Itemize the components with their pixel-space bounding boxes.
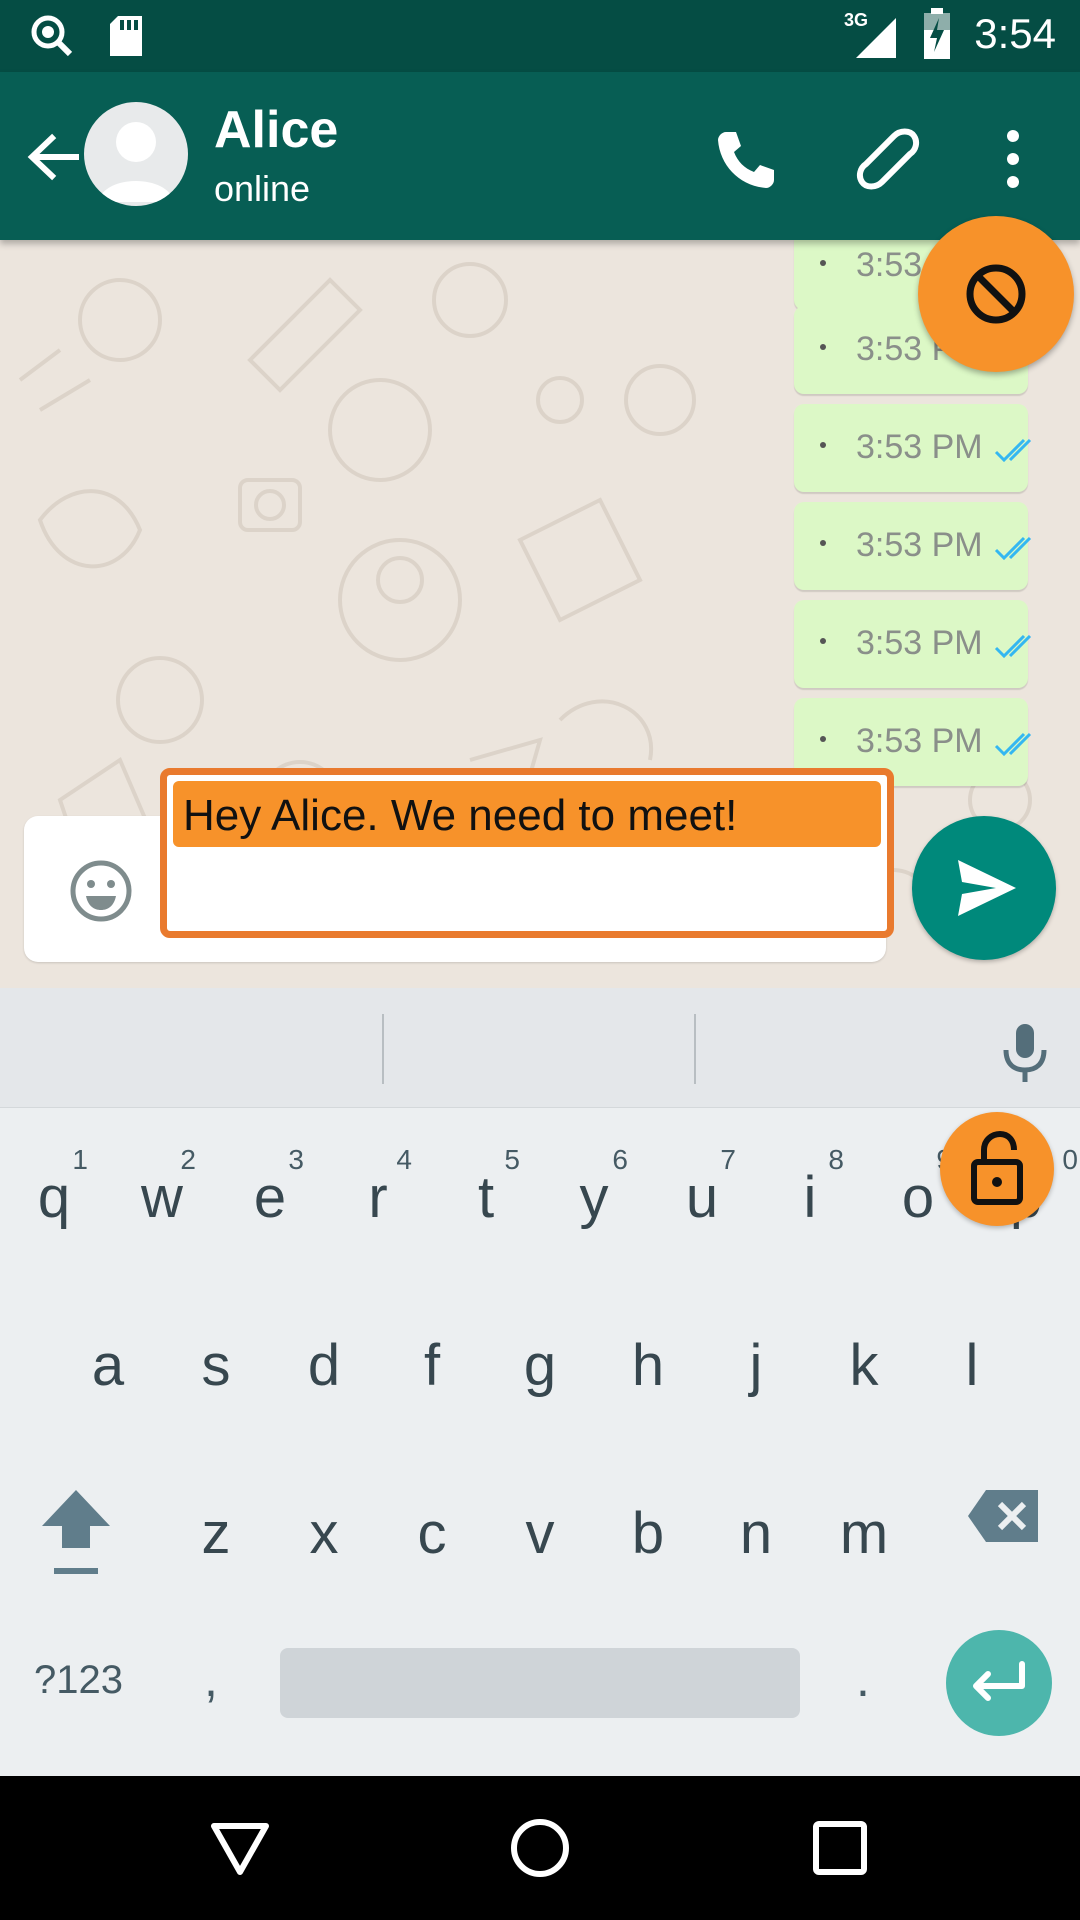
status-time: 3:54 (974, 10, 1056, 57)
status-bar: 3G 3:54 (0, 0, 1080, 72)
message-bubble[interactable]: 3:53 PM (794, 502, 1032, 590)
key-y[interactable]: 6y (540, 1108, 648, 1268)
space-bar[interactable] (280, 1648, 800, 1718)
message-text (820, 344, 826, 350)
sd-card-icon (110, 16, 142, 56)
suggestion-divider (694, 1014, 696, 1084)
key-v[interactable]: v (486, 1444, 594, 1604)
navigation-bar (0, 1776, 1080, 1920)
recents-nav-icon[interactable] (808, 1816, 872, 1880)
home-nav-icon[interactable] (508, 1816, 572, 1880)
key-m[interactable]: m (810, 1444, 918, 1604)
key-x[interactable]: x (270, 1444, 378, 1604)
status-left-icons (30, 14, 144, 58)
chat-header: Alice online (0, 72, 1080, 240)
search-notification-icon (31, 15, 73, 57)
back-nav-icon[interactable] (208, 1816, 272, 1880)
message-text (820, 540, 826, 546)
more-vert-icon[interactable] (978, 124, 1048, 194)
key-l[interactable]: l (918, 1276, 1026, 1436)
message-text (820, 638, 826, 644)
message-input[interactable]: Hey Alice. We need to meet! (160, 768, 894, 938)
read-ticks-icon (994, 438, 1032, 463)
shift-key-icon[interactable] (36, 1486, 116, 1578)
mic-icon[interactable] (990, 1018, 1060, 1088)
key-k[interactable]: k (810, 1276, 918, 1436)
status-right-icons: 3G 3:54 (844, 8, 1056, 60)
lock-button[interactable] (940, 1112, 1054, 1226)
text-selection-highlight: Hey Alice. We need to meet! (173, 781, 881, 847)
message-time: 3:53 PM (856, 526, 983, 564)
battery-charging-icon (924, 8, 951, 59)
message-time: 3:53 PM (856, 624, 983, 662)
block-icon (966, 264, 1026, 324)
attach-icon[interactable] (852, 124, 922, 194)
key-r[interactable]: 4r (324, 1108, 432, 1268)
contact-name[interactable]: Alice (214, 100, 338, 160)
message-input-text: Hey Alice. We need to meet! (183, 791, 738, 840)
message-time: 3:53 PM (856, 428, 983, 466)
read-ticks-icon (994, 634, 1032, 659)
send-button[interactable] (912, 816, 1056, 960)
key-t[interactable]: 5t (432, 1108, 540, 1268)
block-button[interactable] (918, 216, 1074, 372)
backspace-key-icon[interactable] (966, 1488, 1042, 1544)
suggestion-divider (382, 1014, 384, 1084)
key-u[interactable]: 7u (648, 1108, 756, 1268)
key-s[interactable]: s (162, 1276, 270, 1436)
phone-icon[interactable] (710, 124, 780, 194)
signal-icon: 3G (844, 10, 897, 58)
key-n[interactable]: n (702, 1444, 810, 1604)
key-w[interactable]: 2w (108, 1108, 216, 1268)
network-type: 3G (844, 10, 868, 30)
message-bubble[interactable]: 3:53 PM (794, 404, 1032, 492)
read-ticks-icon (994, 732, 1032, 757)
key-a[interactable]: a (54, 1276, 162, 1436)
message-text (820, 736, 826, 742)
symbols-key[interactable]: ?123 (34, 1658, 123, 1703)
emoji-icon[interactable] (66, 856, 136, 926)
lock-open-icon (971, 1130, 1023, 1205)
suggestion-strip (0, 988, 1080, 1108)
enter-icon (973, 1661, 1025, 1701)
key-j[interactable]: j (702, 1276, 810, 1436)
key-e[interactable]: 3e (216, 1108, 324, 1268)
avatar[interactable] (84, 102, 188, 206)
send-icon (958, 860, 1016, 916)
period-key[interactable]: . (856, 1650, 870, 1708)
contact-status: online (214, 168, 311, 209)
key-i[interactable]: 8i (756, 1108, 864, 1268)
read-ticks-icon (994, 536, 1032, 561)
key-b[interactable]: b (594, 1444, 702, 1604)
key-z[interactable]: z (162, 1444, 270, 1604)
enter-key[interactable] (946, 1630, 1052, 1736)
key-f[interactable]: f (378, 1276, 486, 1436)
message-text (820, 442, 826, 448)
default-avatar-icon (98, 122, 174, 202)
back-arrow-icon[interactable] (18, 122, 88, 192)
message-time: 3:53 PM (856, 722, 983, 760)
key-d[interactable]: d (270, 1276, 378, 1436)
message-bubble[interactable]: 3:53 PM (794, 600, 1032, 688)
key-q[interactable]: 1q (0, 1108, 108, 1268)
message-text (820, 260, 826, 266)
key-h[interactable]: h (594, 1276, 702, 1436)
key-c[interactable]: c (378, 1444, 486, 1604)
key-g[interactable]: g (486, 1276, 594, 1436)
comma-key[interactable]: , (204, 1650, 218, 1708)
